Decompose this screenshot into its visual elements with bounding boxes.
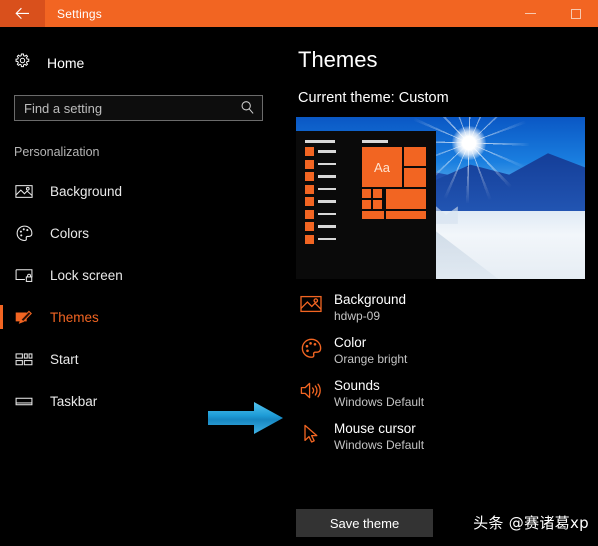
save-theme-button[interactable]: Save theme xyxy=(296,509,433,537)
tile-accent-tiny xyxy=(362,200,371,209)
theme-item-text: Sounds Windows Default xyxy=(334,377,424,410)
theme-item-name: Color xyxy=(334,335,367,350)
tile-accent xyxy=(404,147,426,166)
start-grid-icon xyxy=(14,352,34,367)
sidebar-item-themes-label: Themes xyxy=(50,309,99,325)
search-input[interactable] xyxy=(14,95,263,121)
sidebar-item-start[interactable]: Start xyxy=(0,338,285,380)
theme-item-value: Windows Default xyxy=(334,395,425,409)
cursor-icon xyxy=(296,420,326,444)
page-title: Themes xyxy=(298,47,378,72)
theme-item-value: hdwp-09 xyxy=(334,309,381,323)
sidebar-item-taskbar[interactable]: Taskbar xyxy=(0,380,285,422)
theme-item-value: Windows Default xyxy=(334,438,425,452)
sidebar-group-header: Personalization xyxy=(14,145,100,159)
tile-accent xyxy=(404,168,426,187)
settings-window: Settings Home Find a setting Personaliza… xyxy=(0,0,598,546)
current-theme-label: Current theme: Custom xyxy=(298,90,449,106)
search-container xyxy=(14,95,263,121)
taskbar-icon xyxy=(14,395,34,408)
sidebar-item-lock-screen[interactable]: Lock screen xyxy=(0,254,285,296)
sidebar-item-colors[interactable]: Colors xyxy=(0,212,285,254)
tile-accent-tiny xyxy=(362,189,371,198)
lock-screen-icon xyxy=(14,268,34,283)
picture-icon xyxy=(296,291,326,313)
start-menu-header-bar xyxy=(305,140,335,143)
tiles-header-bar xyxy=(362,140,388,143)
sidebar-item-home[interactable]: Home xyxy=(0,48,285,78)
list-item xyxy=(305,184,349,194)
maximize-icon xyxy=(570,8,581,19)
window-title: Settings xyxy=(57,6,102,21)
start-menu-preview: Aa xyxy=(296,131,436,279)
list-item xyxy=(305,147,349,156)
list-item xyxy=(305,209,349,219)
theme-item-color[interactable]: Color Orange bright xyxy=(296,334,598,377)
theme-preview[interactable]: Aa xyxy=(296,117,585,279)
palette-icon xyxy=(14,225,34,242)
back-button[interactable] xyxy=(0,0,45,27)
sidebar: Home Personalization xyxy=(0,27,285,546)
tile-accent-tiny xyxy=(373,189,382,198)
maximize-button[interactable] xyxy=(553,0,598,27)
tile-accent-bottom xyxy=(362,211,384,219)
theme-item-mouse-cursor[interactable]: Mouse cursor Windows Default xyxy=(296,420,598,463)
start-tile-grid: Aa xyxy=(362,147,426,221)
theme-item-name: Sounds xyxy=(334,378,380,393)
sidebar-item-background[interactable]: Background xyxy=(0,170,285,212)
sidebar-item-colors-label: Colors xyxy=(50,225,90,241)
paintbrush-icon xyxy=(14,309,34,325)
main-content: Themes Current theme: Custom Aa Backgrou… xyxy=(285,27,598,546)
theme-item-name: Mouse cursor xyxy=(334,421,416,436)
theme-item-text: Mouse cursor Windows Default xyxy=(334,420,424,453)
sidebar-item-background-label: Background xyxy=(50,183,123,199)
list-item xyxy=(305,172,349,181)
theme-item-name: Background xyxy=(334,292,407,307)
start-app-list xyxy=(305,147,349,247)
palette-icon xyxy=(296,334,326,359)
sidebar-item-themes[interactable]: Themes xyxy=(0,296,285,338)
sidebar-item-start-label: Start xyxy=(50,351,79,367)
theme-item-text: Background hdwp-09 xyxy=(334,291,406,324)
watermark: 头条 @赛诸葛xp xyxy=(473,514,589,532)
minimize-icon xyxy=(525,13,536,14)
tile-accent-large: Aa xyxy=(362,147,402,187)
theme-item-text: Color Orange bright xyxy=(334,334,407,367)
list-item xyxy=(305,159,349,169)
list-item xyxy=(305,222,349,231)
window-controls xyxy=(508,0,598,27)
tile-accent-wide xyxy=(386,189,426,209)
list-item xyxy=(305,197,349,206)
minimize-button[interactable] xyxy=(508,0,553,27)
tile-accent-tiny xyxy=(373,200,382,209)
theme-item-value: Orange bright xyxy=(334,352,408,366)
gear-icon xyxy=(14,52,31,74)
tile-accent-bottom xyxy=(386,211,426,219)
list-item xyxy=(305,234,349,244)
back-arrow-icon xyxy=(15,7,30,20)
theme-item-sounds[interactable]: Sounds Windows Default xyxy=(296,377,598,420)
sidebar-nav: Background Colors Lock screen Themes Sta… xyxy=(0,170,285,422)
sidebar-item-lock-screen-label: Lock screen xyxy=(50,267,123,283)
sidebar-item-home-label: Home xyxy=(47,55,85,71)
picture-icon xyxy=(14,184,34,199)
sidebar-item-taskbar-label: Taskbar xyxy=(50,393,98,409)
theme-settings-list: Background hdwp-09 Color Orange bright S… xyxy=(296,291,598,463)
speaker-icon xyxy=(296,377,326,400)
title-bar: Settings xyxy=(0,0,598,27)
sun-core xyxy=(452,125,487,160)
theme-item-background[interactable]: Background hdwp-09 xyxy=(296,291,598,334)
